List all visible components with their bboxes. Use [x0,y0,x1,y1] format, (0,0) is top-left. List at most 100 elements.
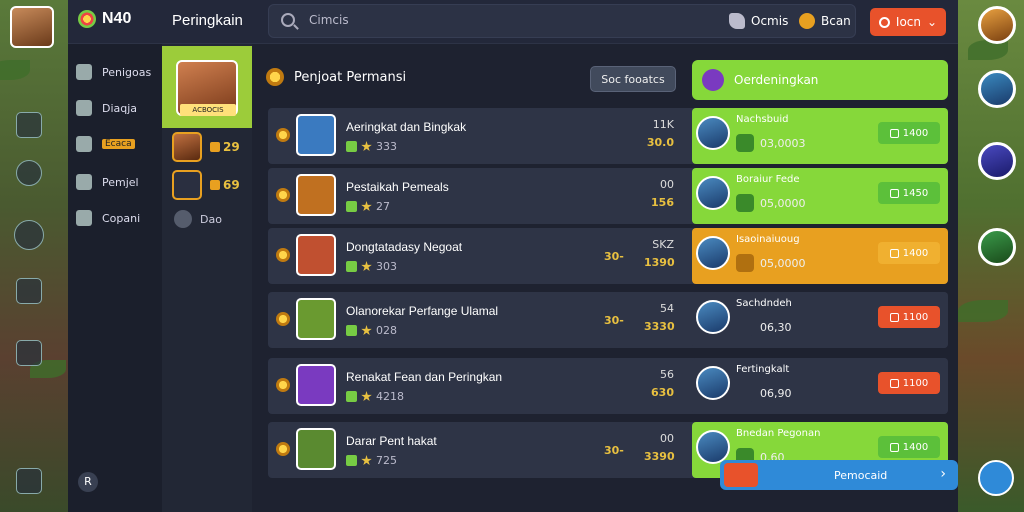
player-slot[interactable]: Boraiur Fede 05,0000 1450 [692,168,948,224]
arrow-badge-icon [702,69,724,91]
game-thumbnail[interactable] [296,364,336,406]
score-value: 03,0003 [760,136,806,150]
game-thumbnail[interactable] [296,234,336,276]
map-icon[interactable] [16,278,42,304]
player-avatar[interactable] [10,6,54,48]
leaf-decoration [958,300,1008,322]
gem-icon [346,391,357,402]
claim-bar[interactable]: Pemocaid › [720,460,958,490]
leaderboard-row[interactable]: Aeringkat dan Bingkak 333 11K 30.0 Nachs… [268,108,948,164]
nav-item-grid[interactable]: Diaqja [76,100,137,116]
leaf-decoration [0,60,30,80]
star-icon [76,136,92,152]
medal-icon [276,442,290,456]
stat-prefix: 30- [604,314,624,327]
shop-button[interactable]: Ocmis [729,13,788,29]
hero-mini-portrait[interactable] [172,132,202,162]
claim-button[interactable]: 1100 [878,306,940,328]
player-name: Sachdndeh [736,298,792,309]
search-input[interactable] [309,13,689,27]
leaderboard-row[interactable]: Renakat Fean dan Peringkan 4218 56 630 F… [268,358,948,414]
nav-item-home[interactable]: Penigoas [76,64,151,80]
achievement-badge-icon[interactable] [978,460,1014,496]
nav-item-chat[interactable]: Pemjel [76,174,139,190]
rating-value: 725 [376,454,397,467]
frame-icon[interactable] [16,112,42,138]
game-thumbnail[interactable] [296,114,336,156]
friend-avatar[interactable] [978,142,1016,180]
player-avatar [696,176,730,210]
friend-avatar[interactable] [978,228,1016,266]
nav-item-star[interactable]: Ecaca [76,136,135,152]
side-navigation: Penigoas Diaqja Ecaca Pemjel Copani R [68,44,162,512]
promo-banner[interactable]: Oerdeningkan [692,60,948,100]
player-column: ACBOCIS 29 69 Dao [162,44,252,512]
gold-button[interactable]: Bcan [799,13,851,29]
leaderboard-row[interactable]: Pestaikah Pemeals 27 00 156 Boraiur Fede… [268,168,948,224]
player-name: Nachsbuid [736,114,789,125]
claim-label: 1400 [902,127,929,139]
player-score: 06,90 [736,384,792,402]
gold-coin-icon [799,13,815,29]
search-bar[interactable]: Ocmis Bcan [268,4,856,38]
login-button[interactable]: Iocn ⌄ [870,8,946,36]
friend-avatar[interactable] [978,6,1016,44]
nav-item-label: Pemjel [102,175,139,189]
leaderboard-row[interactable]: Olanorekar Perfange Ulamal 028 54 30- 33… [268,292,948,348]
claim-button[interactable]: 1400 [878,436,940,458]
player-slot[interactable]: Isaoinaiuoug 05,0000 1400 [692,228,948,284]
game-thumbnail[interactable] [296,428,336,470]
claim-button[interactable]: 1400 [878,242,940,264]
stat-value: 3390 [644,450,675,463]
claim-button[interactable]: 1450 [878,182,940,204]
selected-hero-card[interactable]: ACBOCIS [162,46,252,128]
medal-icon [276,248,290,262]
gem-icon [346,325,357,336]
row-rating: 028 [346,324,397,337]
medal-icon [276,128,290,142]
score-value: 05,0000 [760,196,806,210]
nav-item-shield[interactable]: Copani [76,210,140,226]
player-slot[interactable]: Fertingkalt 06,90 1100 [692,358,948,414]
stat-label: 00 [660,432,674,445]
row-name: Pestaikah Pemeals [346,180,449,194]
circle-icon[interactable] [16,160,42,186]
player-avatar [696,366,730,400]
player-slot[interactable]: Sachdndeh 06,30 1100 [692,292,948,348]
gem-icon [346,201,357,212]
game-thumbnail[interactable] [296,298,336,340]
player-name: Isaoinaiuoug [736,234,800,245]
gem-icon [346,261,357,272]
player-score: 05,0000 [736,194,806,212]
gem-icon [346,455,357,466]
stat-label: 56 [660,368,674,381]
leaderboard-row[interactable]: Dongtatadasy Negoat 303 SKZ 30- 1390 Isa… [268,228,948,284]
hero-tag: ACBOCIS [180,104,236,116]
row-rating: 4218 [346,390,404,403]
gem-icon [346,141,357,152]
player-score: 05,0000 [736,254,806,272]
cross-icon[interactable] [16,468,42,494]
hero-stat-value: 29 [223,140,240,154]
chat-bubble-icon[interactable] [14,220,44,250]
chevron-right-icon: › [940,466,946,482]
player-name: Fertingkalt [736,364,790,375]
promo-label: Oerdeningkan [734,73,819,87]
claim-label: Pemocaid [834,468,888,482]
star-icon [361,141,372,152]
row-name: Dongtatadasy Negoat [346,240,463,254]
player-slot[interactable]: Nachsbuid 03,0003 1400 [692,108,948,164]
claim-button[interactable]: 1400 [878,122,940,144]
book-icon[interactable] [16,340,42,366]
sort-button[interactable]: Soc fooatcs [590,66,676,92]
game-thumbnail[interactable] [296,174,336,216]
friend-avatar[interactable] [978,70,1016,108]
claim-button[interactable]: 1100 [878,372,940,394]
home-icon [76,64,92,80]
app-logo[interactable]: N40 [78,10,131,28]
stat-value: 630 [651,386,674,399]
inventory-slot[interactable] [172,170,202,200]
settings-item[interactable]: Dao [174,210,222,228]
profile-button[interactable]: R [78,472,98,492]
lock-icon [889,378,899,388]
